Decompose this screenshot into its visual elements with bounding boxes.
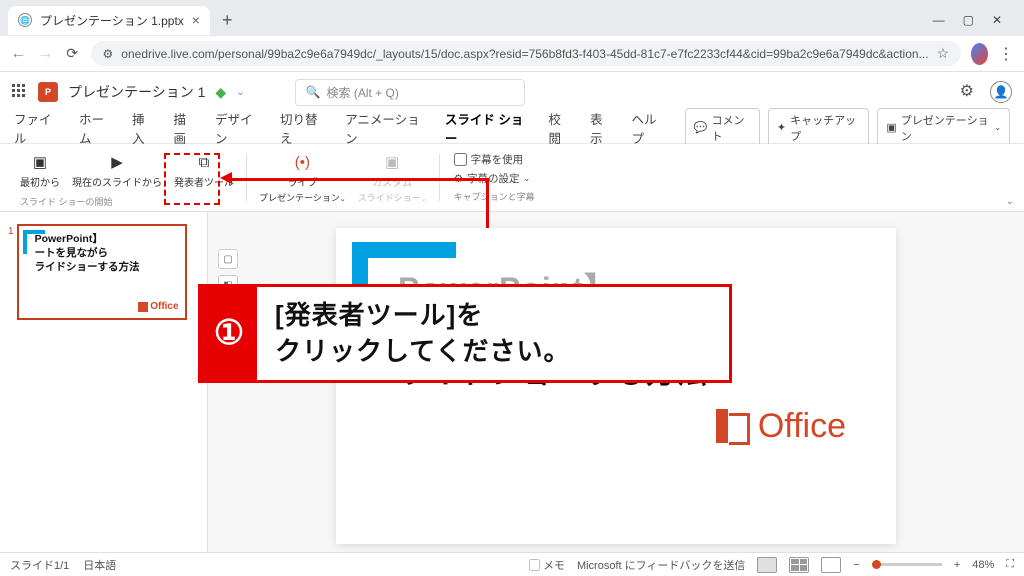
app-header: P プレゼンテーション 1 ◆ ⌄ 🔍 検索 (Alt + Q) ⚙ 👤 (0, 72, 1024, 112)
url-text: onedrive.live.com/personal/99ba2c9e6a794… (121, 47, 928, 61)
tool-button-1[interactable]: ▢ (218, 249, 238, 269)
slide-counter[interactable]: スライド1/1 (10, 557, 69, 573)
callout-number: ① (201, 287, 257, 380)
url-bar: ← → ⟳ ⚙ onedrive.live.com/personal/99ba2… (0, 36, 1024, 72)
powerpoint-logo-icon: P (38, 82, 58, 102)
back-button[interactable]: ← (10, 45, 27, 63)
fit-to-window-button[interactable]: ⛶ (1006, 558, 1014, 571)
chevron-down-icon[interactable]: ⌄ (236, 87, 244, 98)
play-from-current-icon: ▶ (106, 152, 128, 172)
callout-text: [発表者ツール]を クリックしてください。 (257, 287, 588, 380)
normal-view-button[interactable] (757, 557, 777, 573)
office-logo: Office (366, 407, 866, 446)
zoom-in-button[interactable]: + (954, 559, 960, 571)
tab-help[interactable]: ヘルプ (632, 109, 667, 147)
present-icon: ▣ (886, 121, 896, 134)
app-launcher-icon[interactable] (12, 84, 28, 100)
browser-menu-icon[interactable]: ⋮ (998, 44, 1014, 64)
custom-show-icon: ▣ (381, 152, 403, 172)
search-input[interactable]: 🔍 検索 (Alt + Q) (295, 79, 525, 106)
document-title[interactable]: プレゼンテーション 1 (68, 82, 205, 102)
notes-icon: ▢ (529, 560, 540, 572)
feedback-button[interactable]: Microsoft にフィードバックを送信 (577, 557, 745, 573)
tab-animations[interactable]: アニメーション (345, 109, 427, 147)
bookmark-icon[interactable]: ☆ (937, 45, 950, 62)
comments-button[interactable]: 💬コメント (685, 108, 760, 148)
ribbon-content: ▣ 最初から ▶ 現在のスライドから ⧉ 発表者ツール スライド ショーの開始 … (0, 144, 1024, 212)
window-controls: — ▢ ✕ (933, 13, 1016, 27)
globe-icon: 🌐 (18, 13, 32, 27)
zoom-slider[interactable] (872, 563, 942, 566)
zoom-level[interactable]: 48% (972, 559, 994, 571)
minimize-button[interactable]: — (933, 13, 945, 27)
close-icon[interactable]: × (192, 12, 200, 28)
annotation-highlight-box (164, 153, 220, 205)
address-field[interactable]: ⚙ onedrive.live.com/personal/99ba2c9e6a7… (91, 41, 962, 66)
catchup-icon: ✦ (777, 121, 786, 134)
close-window-button[interactable]: ✕ (992, 13, 1002, 27)
catchup-button[interactable]: ✦キャッチアップ (768, 108, 869, 148)
browser-tab-bar: 🌐 プレゼンテーション 1.pptx × + — ▢ ✕ (0, 0, 1024, 36)
maximize-button[interactable]: ▢ (963, 13, 974, 27)
present-button[interactable]: ▣プレゼンテーション⌄ (877, 108, 1010, 148)
tab-view[interactable]: 表示 (590, 109, 614, 147)
slide-thumbnail[interactable]: PowerPoint】 ートを見ながら ライドショーする方法 Office (17, 224, 187, 320)
broadcast-icon: (•) (291, 152, 313, 172)
search-icon: 🔍 (306, 85, 321, 99)
notes-button[interactable]: ▢ メモ (529, 557, 565, 573)
group-label-captions: キャプションと字幕 (454, 190, 535, 203)
thumbnail-panel: 1 PowerPoint】 ートを見ながら ライドショーする方法 Office (0, 212, 208, 552)
tab-transitions[interactable]: 切り替え (280, 109, 327, 147)
tab-review[interactable]: 校閲 (548, 109, 572, 147)
tab-draw[interactable]: 描画 (173, 109, 197, 147)
tab-file[interactable]: ファイル (14, 109, 61, 147)
status-bar: スライド1/1 日本語 ▢ メモ Microsoft にフィードバックを送信 −… (0, 552, 1024, 576)
new-tab-button[interactable]: + (214, 10, 241, 31)
tab-home[interactable]: ホーム (79, 109, 114, 147)
search-placeholder: 検索 (Alt + Q) (327, 84, 399, 101)
annotation-arrow (230, 178, 488, 181)
settings-icon[interactable]: ⚙ (960, 81, 974, 103)
zoom-out-button[interactable]: − (853, 559, 859, 571)
tab-title: プレゼンテーション 1.pptx (40, 12, 184, 29)
use-captions-checkbox[interactable]: 字幕を使用 (454, 152, 535, 167)
from-beginning-button[interactable]: ▣ 最初から (14, 150, 66, 191)
comment-icon: 💬 (694, 121, 708, 134)
from-current-button[interactable]: ▶ 現在のスライドから (66, 150, 168, 191)
tab-insert[interactable]: 挿入 (132, 109, 156, 147)
play-from-start-icon: ▣ (29, 152, 51, 172)
reading-view-button[interactable] (821, 557, 841, 573)
site-info-icon[interactable]: ⚙ (103, 47, 114, 61)
tab-design[interactable]: デザイン (215, 109, 262, 147)
thumbnail-index: 1 (8, 224, 14, 320)
user-icon[interactable]: 👤 (990, 81, 1012, 103)
office-logo: Office (138, 301, 178, 312)
language-indicator[interactable]: 日本語 (83, 557, 116, 573)
sorter-view-button[interactable] (789, 557, 809, 573)
saved-icon[interactable]: ◆ (215, 84, 226, 101)
annotation-callout: ① [発表者ツール]を クリックしてください。 (198, 284, 732, 383)
forward-button[interactable]: → (37, 45, 54, 63)
browser-tab[interactable]: 🌐 プレゼンテーション 1.pptx × (8, 6, 210, 35)
slide[interactable]: PowerPoint】 ートを見ながら ライドショーする方法 Office (336, 228, 896, 544)
profile-avatar[interactable] (971, 43, 988, 65)
collapse-ribbon-icon[interactable]: ⌄ (1006, 196, 1014, 207)
ribbon-tabs: ファイル ホーム 挿入 描画 デザイン 切り替え アニメーション スライド ショ… (0, 112, 1024, 144)
annotation-arrow-head (220, 172, 232, 184)
reload-button[interactable]: ⟳ (64, 45, 81, 62)
